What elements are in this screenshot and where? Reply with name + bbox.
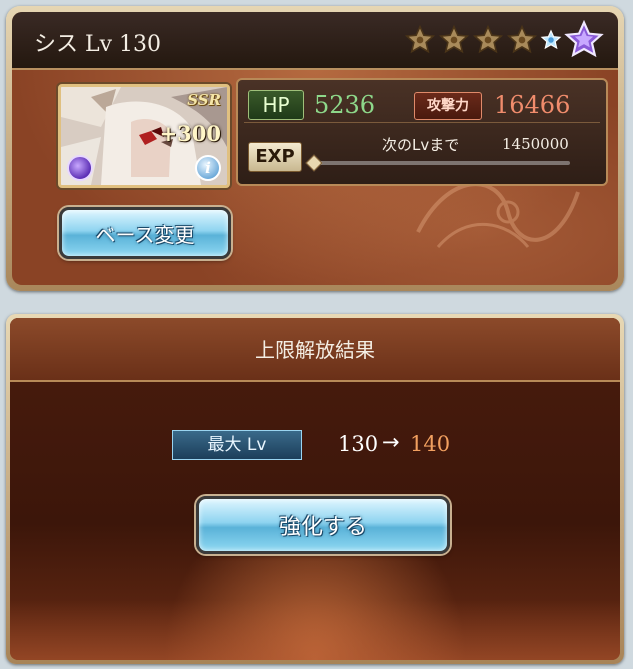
exp-progress-bar: [314, 161, 570, 165]
result-title: 上限解放結果: [255, 338, 375, 362]
exp-to-next-value: 1450000: [502, 135, 569, 153]
hp-value: 5236: [314, 91, 376, 119]
uncap-star-icon: [472, 24, 504, 54]
purple-star-icon: [564, 20, 604, 58]
exp-marker-icon: [305, 154, 323, 172]
result-title-bar: 上限解放結果: [10, 318, 620, 382]
info-icon[interactable]: i: [195, 155, 221, 181]
new-max-level: 140: [410, 432, 451, 456]
ssr-rarity-badge: SSR: [187, 91, 221, 109]
character-title-bar: シス Lv 130: [12, 12, 618, 70]
enhance-button[interactable]: 強化する: [196, 496, 450, 554]
old-max-level: 130: [338, 432, 379, 456]
stat-panel: HP 5236 攻撃力 16466 EXP 次のLvまで 1450000: [236, 78, 608, 186]
max-level-label: 最大 Lv: [172, 430, 302, 460]
exp-label: EXP: [248, 142, 302, 172]
uncap-star-icon: [404, 24, 436, 54]
uncap-star-icon: [506, 24, 538, 54]
blue-star-icon: [540, 29, 562, 50]
plus-bonus-badge: +300: [159, 121, 221, 146]
character-card-body: シス Lv 130 SSR +300 i HP 5236 攻撃力 16466 E…: [12, 12, 618, 285]
uncap-result-panel: 上限解放結果 最大 Lv 130 → 140 強化する: [6, 314, 624, 664]
atk-value: 16466: [494, 91, 571, 119]
character-card: シス Lv 130 SSR +300 i HP 5236 攻撃力 16466 E…: [6, 6, 624, 291]
level-arrow-icon: →: [382, 430, 400, 454]
hp-label: HP: [248, 90, 304, 120]
character-name-level: シス Lv 130: [34, 32, 162, 57]
uncap-star-icon: [438, 24, 470, 54]
character-portrait[interactable]: SSR +300 i: [58, 84, 230, 188]
next-lv-label: 次のLvまで: [382, 136, 460, 154]
atk-label: 攻撃力: [414, 92, 482, 120]
stat-row: HP 5236 攻撃力 16466: [244, 88, 600, 123]
uncap-result-body: 上限解放結果 最大 Lv 130 → 140 強化する: [10, 318, 620, 660]
base-change-button[interactable]: ベース変更: [59, 207, 231, 259]
bottom-decor-band: [10, 600, 620, 660]
uncap-stars: [404, 20, 604, 60]
dark-element-icon: [67, 155, 93, 181]
